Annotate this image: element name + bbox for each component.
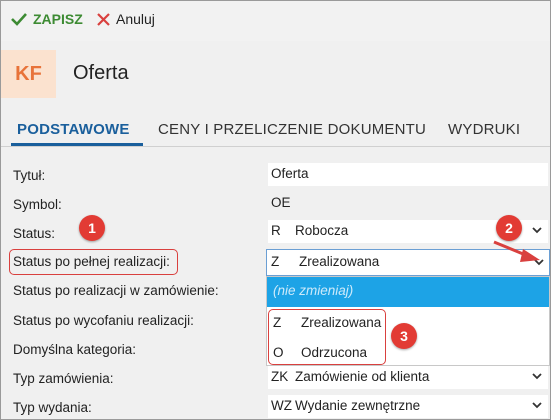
title-value: Oferta xyxy=(271,166,309,181)
tab-bar: PODSTAWOWE CENY I PRZELICZENIE DOKUMENTU… xyxy=(1,113,550,147)
order-type-code: ZK xyxy=(271,369,289,384)
chevron-down-icon xyxy=(532,402,542,409)
active-tab-indicator xyxy=(11,143,143,146)
default-category-label: Domyślna kategoria: xyxy=(13,342,137,357)
issue-type-value: Wydanie zewnętrzne xyxy=(295,398,421,413)
title-input[interactable]: Oferta xyxy=(268,163,548,186)
cancel-label: Anuluj xyxy=(116,11,155,27)
page-title: Oferta xyxy=(73,62,129,84)
annotation-arrow-icon xyxy=(493,240,540,262)
status-code: R xyxy=(271,223,281,238)
close-icon xyxy=(97,12,110,26)
tab-wydruki[interactable]: WYDRUKI xyxy=(448,121,520,138)
document-type-avatar: KF xyxy=(1,50,56,98)
toolbar: ZAPISZ Anuluj xyxy=(1,1,550,41)
dropdown-option-no-change[interactable]: (nie zmieniaj) xyxy=(267,277,549,307)
status-order-label: Status po realizacji w zamówienie: xyxy=(13,283,219,298)
order-type-value: Zamówienie od klienta xyxy=(295,369,430,384)
status-label: Status: xyxy=(13,226,56,241)
option-label: (nie zmieniaj) xyxy=(273,283,354,298)
symbol-label: Symbol: xyxy=(13,197,62,212)
title-label: Tytuł: xyxy=(13,168,46,183)
cancel-button[interactable]: Anuluj xyxy=(97,11,155,27)
order-type-select[interactable]: ZK Zamówienie od klienta xyxy=(268,366,548,389)
annotation-badge-1: 1 xyxy=(79,215,105,241)
issue-type-select[interactable]: WZ Wydanie zewnętrzne xyxy=(268,395,548,418)
status-withdraw-label: Status po wycofaniu realizacji: xyxy=(13,313,194,328)
issue-type-code: WZ xyxy=(271,398,292,413)
document-header: KF Oferta xyxy=(1,50,550,102)
chevron-down-icon xyxy=(532,373,542,380)
symbol-value: OE xyxy=(271,195,291,210)
chevron-down-icon xyxy=(532,227,542,234)
symbol-value-field: OE xyxy=(268,192,548,215)
order-type-label: Typ zamówienia: xyxy=(13,371,114,386)
options-highlight-box xyxy=(268,309,386,365)
annotation-badge-3: 3 xyxy=(391,323,417,349)
checkmark-icon xyxy=(11,13,27,26)
status-value: Robocza xyxy=(295,223,349,238)
tab-podstawowe[interactable]: PODSTAWOWE xyxy=(17,121,130,138)
status-full-code: Z xyxy=(271,254,280,269)
status-full-value: Zrealizowana xyxy=(299,254,380,269)
tab-ceny[interactable]: CENY I PRZELICZENIE DOKUMENTU xyxy=(158,121,426,138)
save-button[interactable]: ZAPISZ xyxy=(11,11,83,27)
save-label: ZAPISZ xyxy=(33,11,83,27)
issue-type-label: Typ wydania: xyxy=(13,400,92,415)
status-full-label: Status po pełnej realizacji: xyxy=(13,254,170,269)
